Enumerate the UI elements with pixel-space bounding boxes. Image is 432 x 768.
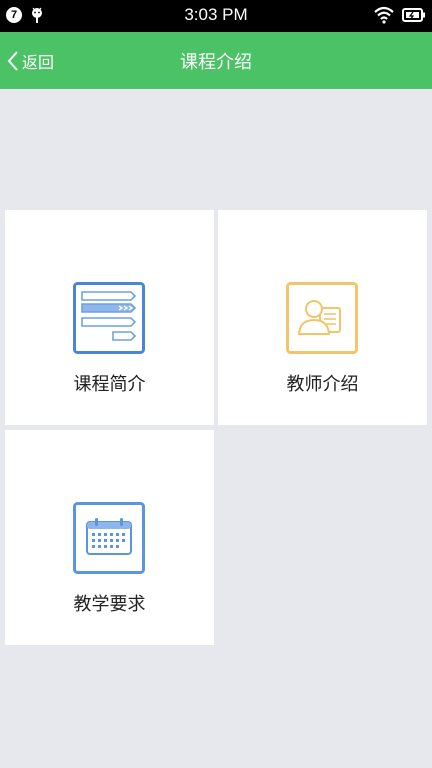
wifi-icon xyxy=(374,6,394,24)
tile-teacher-intro[interactable]: 教师介绍 xyxy=(218,210,427,425)
tile-course-intro[interactable]: 课程简介 xyxy=(5,210,214,425)
status-bar: 7 3:03 PM xyxy=(0,0,432,32)
tile-label: 教师介绍 xyxy=(286,374,359,395)
tile-label: 课程简介 xyxy=(73,374,146,395)
battery-charging-icon xyxy=(402,8,425,22)
course-intro-icon xyxy=(73,282,145,354)
tile-label: 教学要求 xyxy=(73,594,146,615)
page-title: 课程介绍 xyxy=(180,52,252,73)
status-right xyxy=(374,6,426,24)
status-time: 3:03 PM xyxy=(184,5,248,24)
tile-teaching-requirements[interactable]: 教学要求 xyxy=(5,430,214,645)
calendar-icon xyxy=(73,502,145,574)
app-header: 返回 课程介绍 xyxy=(0,32,432,89)
teacher-icon xyxy=(286,282,358,354)
